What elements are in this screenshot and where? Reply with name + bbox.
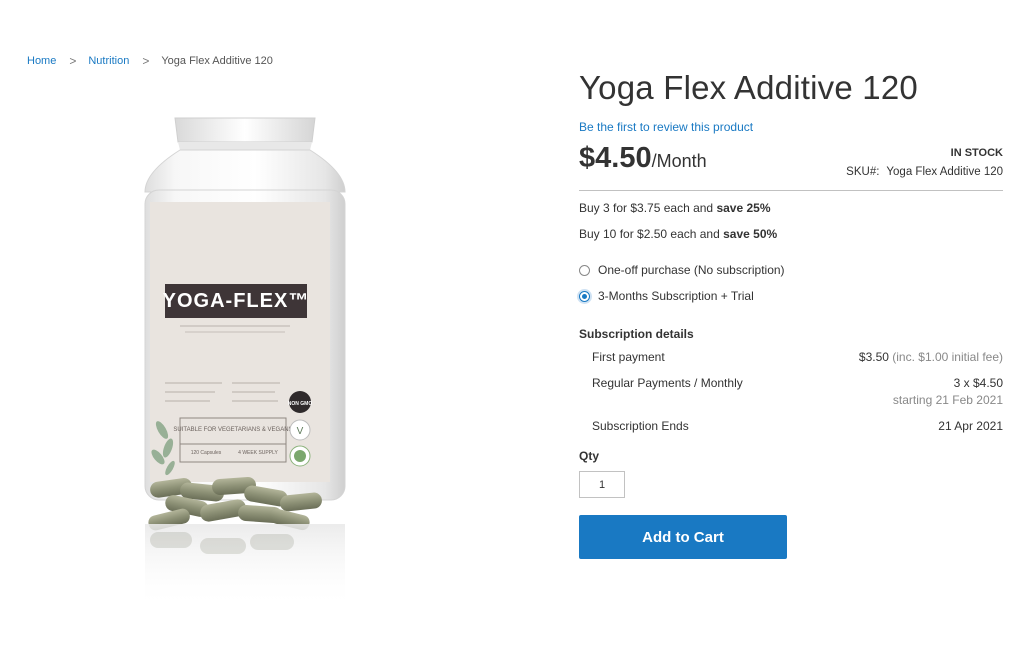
regular-payment-value: 3 x $4.50 starting 21 Feb 2021 — [893, 375, 1003, 409]
product-title: Yoga Flex Additive 120 — [579, 69, 918, 106]
option-label[interactable]: One-off purchase (No subscription) — [598, 263, 785, 277]
regular-payment-row: Regular Payments / Monthly 3 x $4.50 sta… — [592, 375, 1003, 409]
sku-label: SKU#: — [846, 166, 880, 178]
subscription-radio[interactable] — [579, 290, 590, 302]
breadcrumb: Home > Nutrition > Yoga Flex Additive 12… — [27, 54, 273, 68]
subscription-heading: Subscription details — [579, 327, 694, 341]
breadcrumb-current: Yoga Flex Additive 120 — [161, 55, 273, 67]
regular-payment-start: starting 21 Feb 2021 — [892, 393, 1003, 407]
first-payment-amount: $3.50 — [858, 350, 889, 364]
bottle-label-tagline: SUITABLE FOR VEGETARIANS & VEGANS — [173, 427, 292, 433]
breadcrumb-separator: > — [69, 54, 77, 68]
svg-text:V: V — [297, 426, 304, 437]
tier-price-save: save 25% — [716, 201, 771, 215]
breadcrumb-separator: > — [142, 54, 150, 68]
breadcrumb-nutrition-link[interactable]: Nutrition — [88, 55, 129, 67]
purchase-options: One-off purchase (No subscription) 3-Mon… — [579, 257, 1003, 309]
tier-price-save: save 50% — [723, 227, 778, 241]
breadcrumb-home-link[interactable]: Home — [27, 55, 56, 67]
option-one-off[interactable]: One-off purchase (No subscription) — [579, 257, 1003, 283]
option-label[interactable]: 3-Months Subscription + Trial — [598, 289, 754, 303]
tier-price: Buy 3 for $3.75 each and save 25% — [579, 200, 1003, 217]
subscription-ends-label: Subscription Ends — [592, 419, 689, 433]
bottle-label-supply: 4 WEEK SUPPLY — [238, 450, 278, 456]
first-payment-row: First payment $3.50 (inc. $1.00 initial … — [592, 349, 1003, 366]
product-price: $4.50/Month — [579, 142, 707, 175]
price-box: $4.50/Month IN STOCK SKU#: Yoga Flex Addi… — [579, 138, 1003, 191]
tier-price-text: Buy 10 for $2.50 each and — [579, 227, 724, 241]
regular-payment-label: Regular Payments / Monthly — [592, 376, 743, 390]
option-subscription[interactable]: 3-Months Subscription + Trial — [579, 283, 1003, 309]
subscription-ends-value: 21 Apr 2021 — [938, 419, 1003, 433]
product-sku: SKU#: Yoga Flex Additive 120 — [846, 166, 1003, 178]
subscription-ends-row: Subscription Ends 21 Apr 2021 — [592, 418, 1003, 435]
product-info: Yoga Flex Additive 120 Be the first to r… — [579, 66, 1003, 559]
first-payment-note: (inc. $1.00 initial fee) — [892, 350, 1003, 364]
review-link[interactable]: Be the first to review this product — [579, 120, 1003, 134]
stock-status: IN STOCK — [950, 147, 1003, 159]
qty-input[interactable] — [579, 471, 625, 498]
tier-price: Buy 10 for $2.50 each and save 50% — [579, 226, 1003, 243]
add-to-cart-button[interactable]: Add to Cart — [579, 515, 787, 559]
first-payment-value: $3.50 (inc. $1.00 initial fee) — [859, 349, 1003, 366]
tier-price-text: Buy 3 for $3.75 each and — [579, 201, 717, 215]
price-unit: /Month — [651, 151, 707, 171]
regular-payment-amount: 3 x $4.50 — [953, 376, 1003, 390]
price-amount: $4.50 — [579, 142, 652, 174]
bottle-label-capsules: 120 Capsules — [191, 450, 222, 456]
product-image[interactable]: YOGA-FLEX™ SUITABLE FOR VEGETARIANS & VE… — [140, 112, 360, 612]
one-off-radio[interactable] — [579, 264, 590, 276]
sku-value: Yoga Flex Additive 120 — [886, 166, 1003, 178]
product-bottle-illustration: YOGA-FLEX™ SUITABLE FOR VEGETARIANS & VE… — [144, 117, 346, 609]
bottle-label-brand: YOGA-FLEX™ — [163, 290, 310, 312]
bottle-badge-nongmo: NON GMO — [288, 401, 313, 407]
subscription-details: First payment $3.50 (inc. $1.00 initial … — [579, 349, 1003, 435]
qty-label: Qty — [579, 449, 600, 463]
first-payment-label: First payment — [592, 350, 665, 364]
